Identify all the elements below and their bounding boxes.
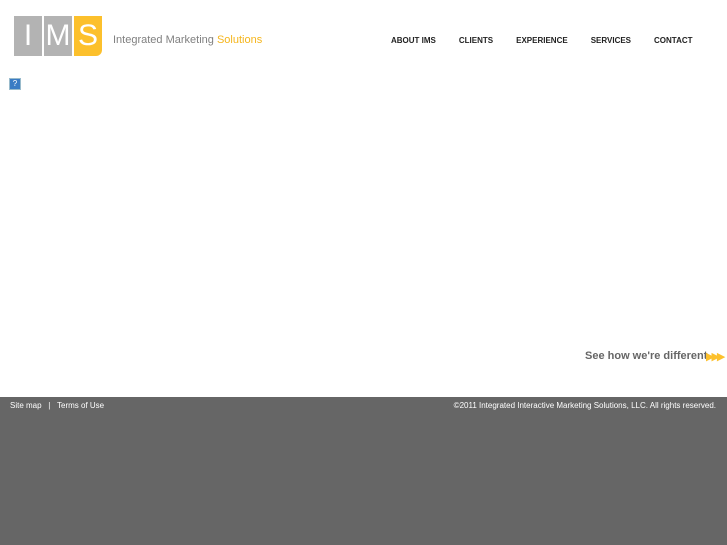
logo-letter: I <box>14 16 42 56</box>
nav-clients[interactable]: CLIENTS <box>459 36 493 45</box>
terms-link[interactable]: Terms of Use <box>57 401 104 410</box>
logo[interactable]: I M S <box>14 16 102 56</box>
copyright: ©2011 Integrated Interactive Marketing S… <box>453 401 716 410</box>
nav-services[interactable]: SERVICES <box>591 36 631 45</box>
separator: | <box>48 401 51 410</box>
footer: Site map | Terms of Use ©2011 Integrated… <box>0 397 727 545</box>
nav-about[interactable]: ABOUT IMS <box>391 36 436 45</box>
logo-letter: S <box>74 16 102 56</box>
arrows-icon[interactable]: ▶▶▶ <box>706 350 725 363</box>
sitemap-link[interactable]: Site map <box>10 401 42 410</box>
missing-plugin-icon[interactable]: ? <box>9 78 21 90</box>
tagline: Integrated Marketing Solutions <box>113 34 263 46</box>
logo-letter: M <box>44 16 72 56</box>
see-different-link[interactable]: See how we're different <box>585 350 707 362</box>
main-nav: ABOUT IMS CLIENTS EXPERIENCE SERVICES CO… <box>391 36 693 45</box>
nav-contact[interactable]: CONTACT <box>654 36 693 45</box>
nav-experience[interactable]: EXPERIENCE <box>516 36 568 45</box>
